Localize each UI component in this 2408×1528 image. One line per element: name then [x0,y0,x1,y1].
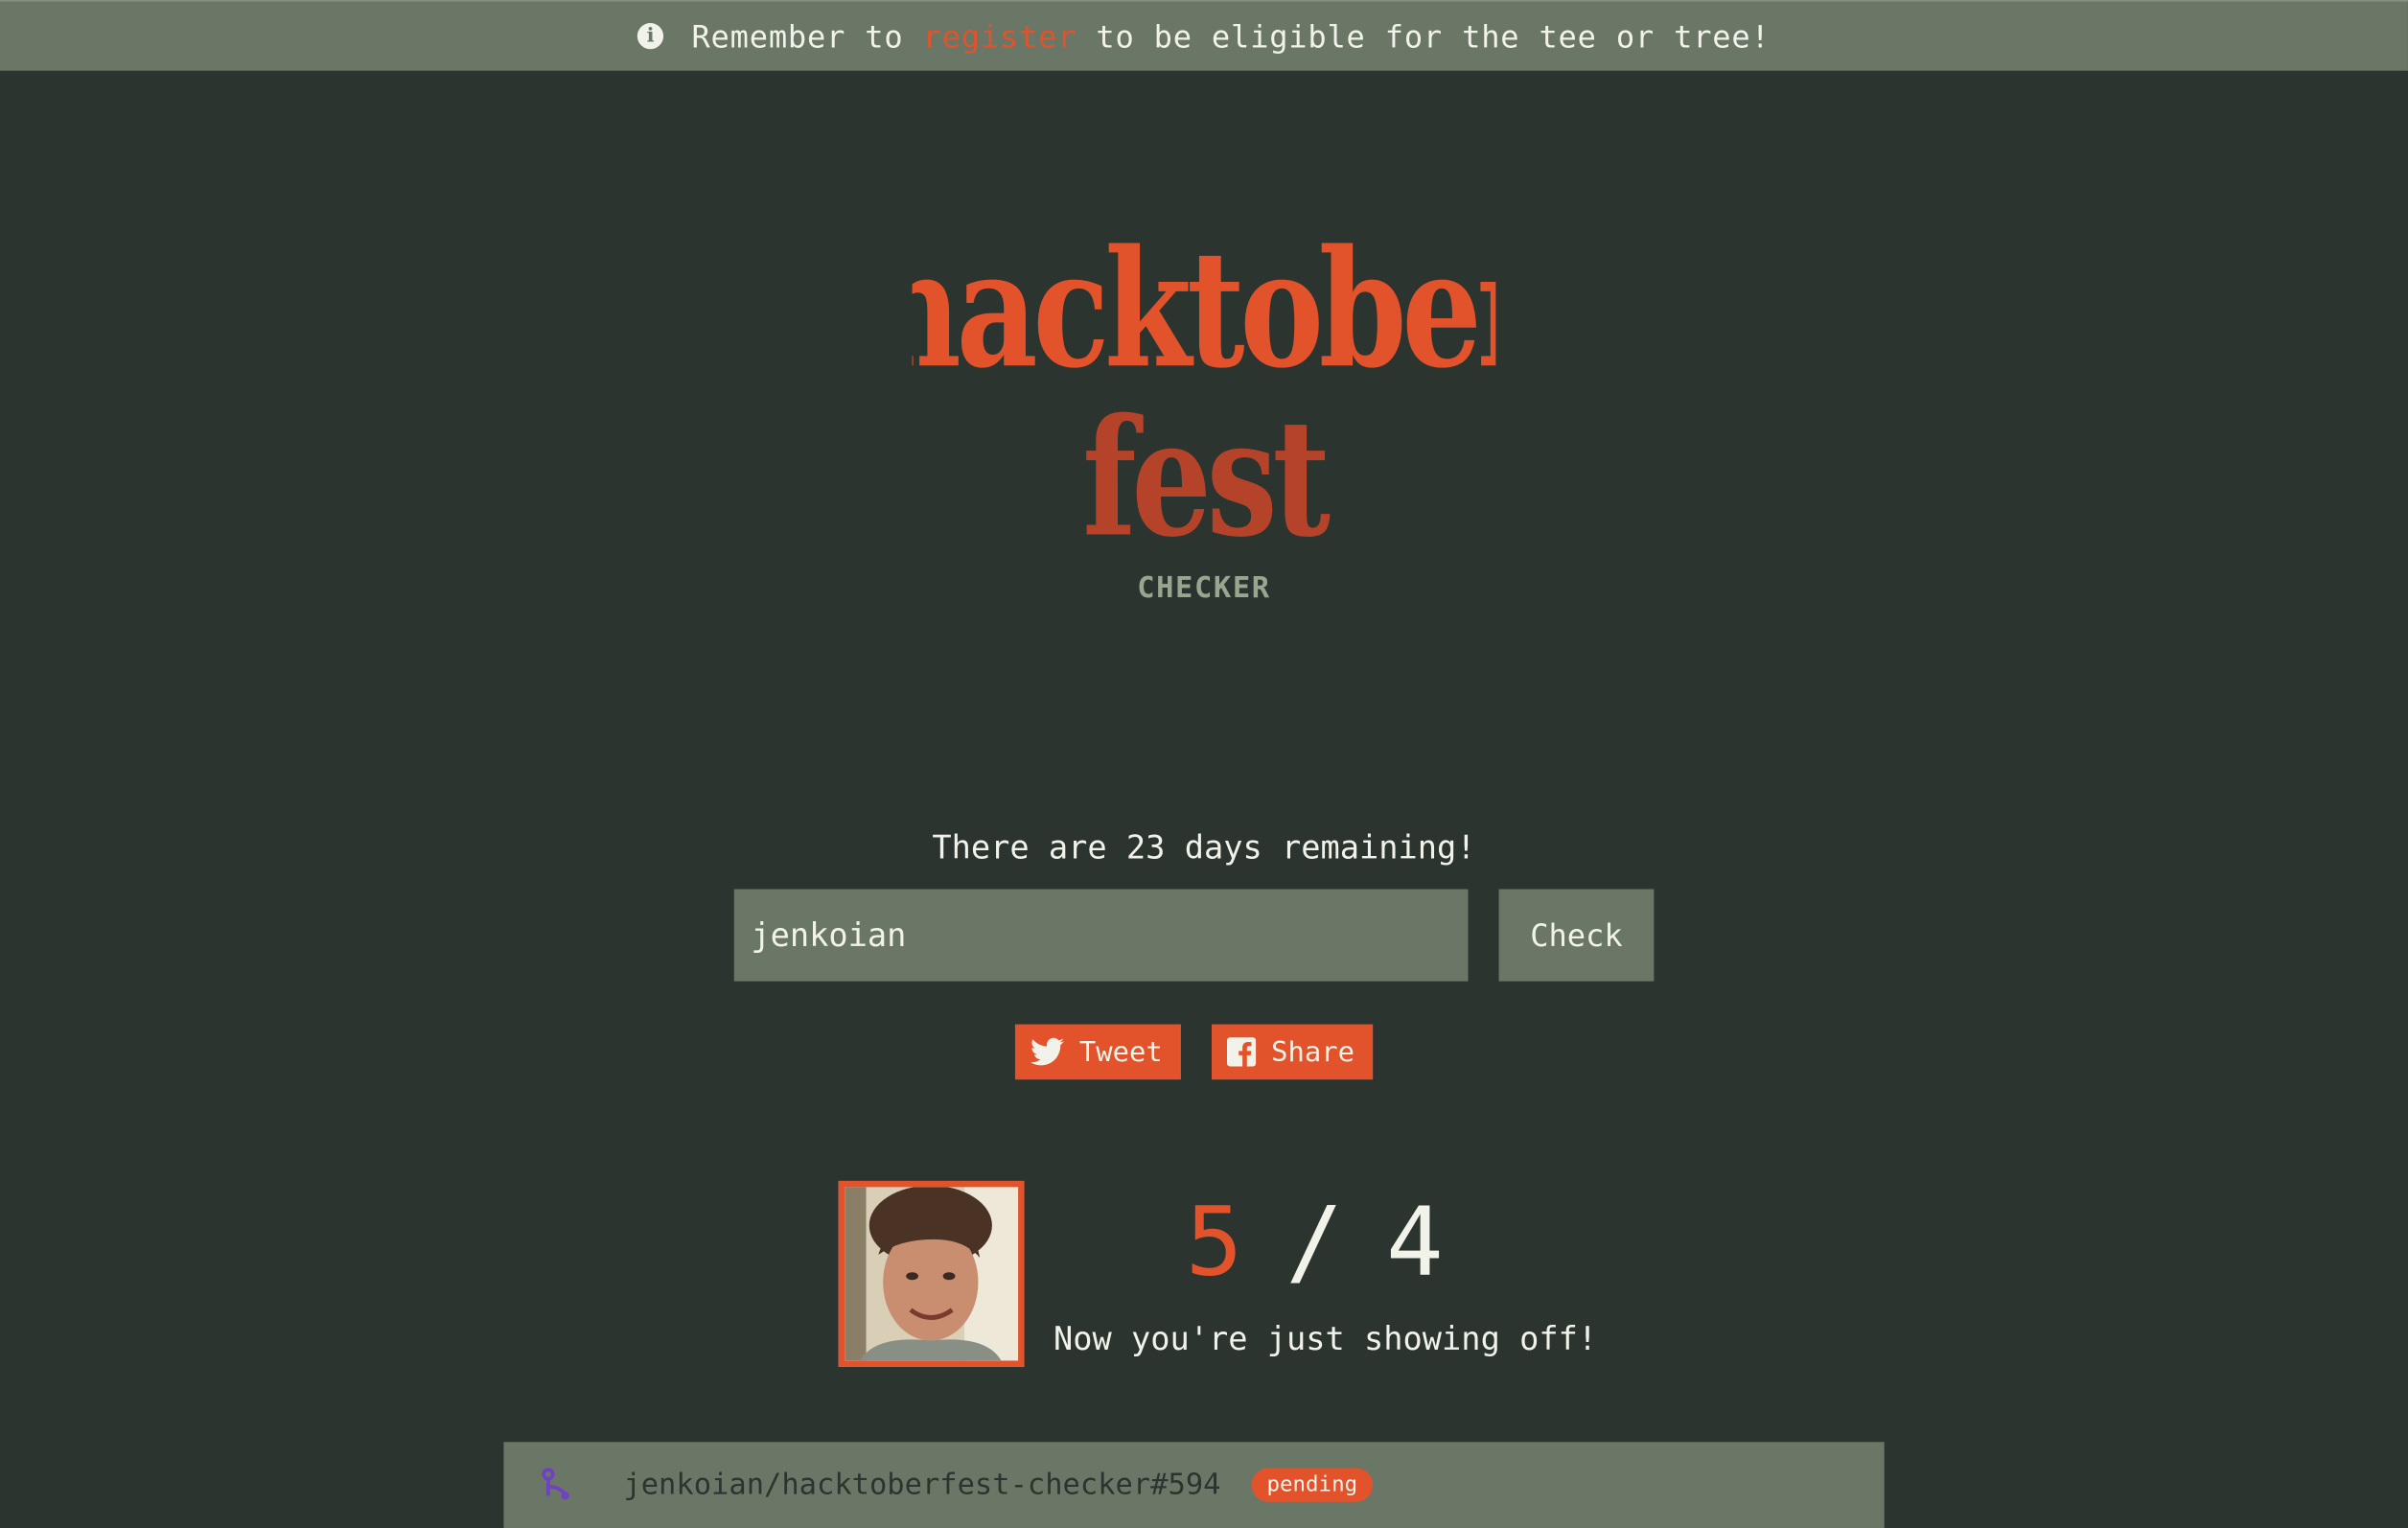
banner-text-before: Remember to [691,17,904,55]
pull-request-link[interactable]: jenkoian/hacktoberfest-checker#594 [623,1469,1220,1502]
share-label: Share [1271,1035,1354,1069]
pr-score: 5 / 4 [1054,1186,1576,1298]
facebook-icon [1226,1037,1257,1067]
username-input[interactable] [733,889,1469,982]
score-separator: / [1285,1185,1344,1298]
result-message: Now you're just showing off! [1053,1320,1598,1358]
tweet-button[interactable]: Tweet [1014,1024,1181,1080]
tweet-label: Tweet [1078,1035,1163,1069]
facebook-share-button[interactable]: Share [1211,1024,1374,1080]
logo-subtitle: CHECKER [1137,570,1271,606]
page: i Remember to register to be eligible fo… [0,0,2408,1528]
status-badge: pending [1251,1468,1374,1502]
check-button[interactable]: Check [1498,889,1655,982]
banner-text-after: to be eligible for the tee or tree! [1096,17,1771,55]
git-pull-request-icon [542,1468,569,1500]
info-banner: i Remember to register to be eligible fo… [0,0,2408,71]
pull-request-item: jenkoian/hacktoberfest-checker#594 pendi… [503,1442,1885,1528]
pr-goal: 4 [1386,1185,1444,1298]
logo-line-fest: fest [1082,382,1330,568]
logo-line-hacktober: hacktober [913,215,1496,404]
share-buttons: Tweet Share [1014,1024,1374,1080]
days-remaining-text: There are 23 days remaining! [932,829,1476,867]
register-link[interactable]: register [923,17,1077,54]
twitter-icon [1030,1037,1064,1066]
pr-count: 5 [1185,1185,1243,1298]
info-icon: i [637,23,664,50]
hacktoberfest-logo: hacktober fest CHECKER [0,215,2408,605]
search-form: Check [733,889,1655,982]
avatar [838,1180,1025,1367]
logo-wordmark: hacktober fest [913,215,1496,567]
avatar-image [845,1187,1019,1361]
